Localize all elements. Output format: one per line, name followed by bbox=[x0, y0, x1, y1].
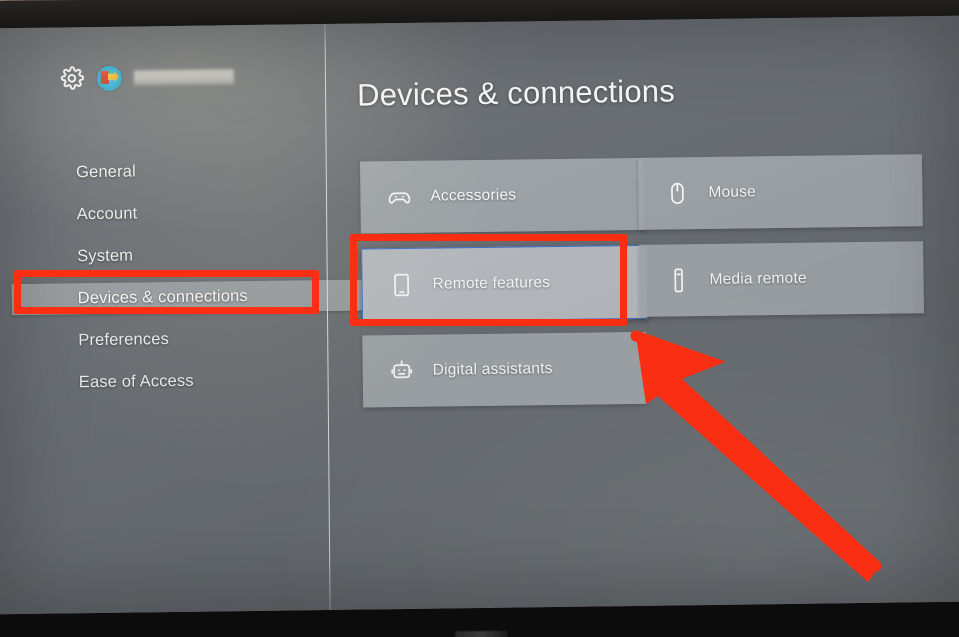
sidebar-item-label: System bbox=[77, 246, 134, 266]
avatar-shape-a bbox=[100, 70, 109, 84]
sidebar-divider bbox=[324, 15, 332, 615]
sidebar-item-ease-of-access[interactable]: Ease of Access bbox=[0, 364, 323, 399]
tile-label: Digital assistants bbox=[432, 360, 553, 379]
avatar-shape-b bbox=[108, 71, 119, 82]
sidebar-item-preferences[interactable]: Preferences bbox=[0, 322, 322, 357]
sidebar-item-general[interactable]: General bbox=[0, 154, 320, 189]
tile-digital-assistants[interactable]: Digital assistants bbox=[362, 331, 648, 408]
tile-row: Digital assistants bbox=[362, 328, 923, 422]
sidebar-item-label: Preferences bbox=[78, 330, 170, 350]
page-title: Devices & connections bbox=[356, 73, 676, 113]
photo-of-tv-screen: General Account System Devices & connect… bbox=[0, 0, 959, 637]
tile-label: Media remote bbox=[709, 269, 807, 288]
gamertag-redacted bbox=[133, 68, 234, 86]
tile-label: Accessories bbox=[430, 186, 517, 205]
profile-header bbox=[59, 63, 234, 91]
annotation-box-remote-features bbox=[350, 234, 627, 326]
sidebar-item-account[interactable]: Account bbox=[0, 196, 321, 231]
sidebar-item-system[interactable]: System bbox=[0, 238, 321, 273]
sidebar-item-label: General bbox=[75, 162, 136, 182]
annotation-box-devices-and-connections bbox=[14, 270, 319, 314]
manufacturer-logo bbox=[455, 630, 508, 637]
mouse-icon bbox=[664, 180, 690, 206]
tile-media-remote[interactable]: Media remote bbox=[639, 241, 925, 317]
gear-icon[interactable] bbox=[59, 65, 85, 91]
avatar[interactable] bbox=[96, 65, 123, 91]
sidebar-item-label: Account bbox=[76, 204, 138, 224]
tile-accessories[interactable]: Accessories bbox=[359, 157, 645, 234]
robot-assistant-icon bbox=[389, 358, 415, 384]
tile-mouse[interactable]: Mouse bbox=[637, 154, 923, 230]
tile-label: Mouse bbox=[708, 183, 757, 201]
sidebar-item-label: Ease of Access bbox=[78, 371, 194, 392]
media-remote-icon bbox=[665, 267, 691, 293]
controller-icon bbox=[386, 184, 412, 210]
